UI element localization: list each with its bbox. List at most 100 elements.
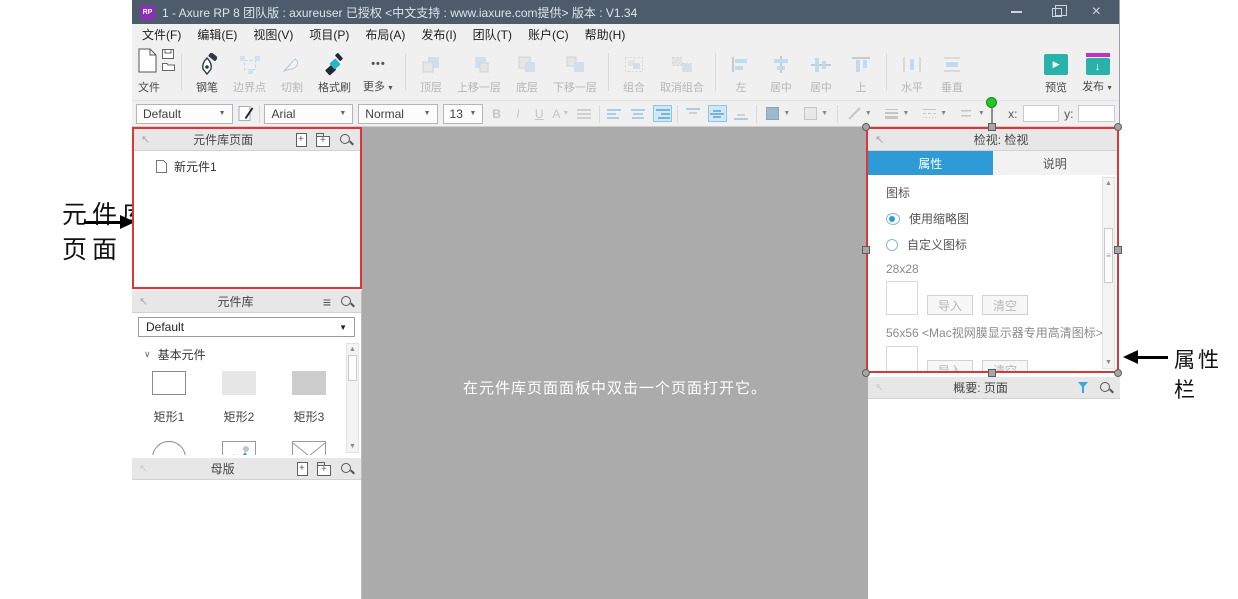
open-folder-icon[interactable] [162,62,175,71]
handle-mid-left[interactable] [862,246,870,254]
more-tools-button[interactable]: ••• 更多▼ [361,44,396,100]
pin-icon[interactable]: ↖ [139,462,148,475]
italic-button[interactable]: I [510,105,526,123]
pin-icon[interactable]: ↖ [875,133,884,146]
group-button[interactable]: 组合 [618,44,650,100]
send-to-back-button[interactable]: 底层 [511,44,543,100]
scroll-up-icon[interactable]: ▲ [1103,178,1114,189]
tab-notes[interactable]: 说明 [993,151,1118,175]
arrow-style-dropdown[interactable]: ▼ [956,105,989,122]
line-color-dropdown[interactable]: ▼ [843,105,876,122]
menu-publish[interactable]: 发布(I) [421,26,456,43]
pin-icon[interactable]: ↖ [875,381,884,394]
line-spacing-button[interactable] [574,105,593,122]
bring-to-front-button[interactable]: 顶层 [415,44,447,100]
import-56-button[interactable]: 导入 [927,360,973,371]
save-icon[interactable] [162,49,175,59]
handle-top-left[interactable] [862,123,870,131]
distribute-horizontal-button[interactable]: 水平 [896,44,928,100]
add-page-icon[interactable] [296,133,307,147]
font-size-select[interactable]: 13 ▼ [443,104,484,124]
menu-project[interactable]: 项目(P) [309,26,349,43]
handle-bottom-left[interactable] [862,369,870,377]
vertical-align-middle-button[interactable] [708,105,727,122]
inspector-scrollbar[interactable]: ▲ ≡ ▼ [1102,177,1115,369]
handle-bottom-mid[interactable] [988,369,996,377]
pin-icon[interactable]: ↖ [139,295,148,308]
publish-button[interactable]: ↓ 发布▼ [1080,44,1115,100]
add-folder-icon[interactable] [317,465,331,476]
text-align-center-button[interactable] [629,105,648,122]
radio-custom-icon[interactable]: 自定义图标 [886,236,1087,253]
format-painter-button[interactable]: 格式刷 [316,44,353,100]
widget-rectangle3[interactable]: 矩形3 [274,371,344,425]
page-tree-item[interactable]: 新元件1 [134,151,360,175]
fill-color-dropdown[interactable]: ▼ [762,105,795,122]
widget-image[interactable] [204,441,274,455]
menu-arrange[interactable]: 布局(A) [365,26,405,43]
basic-widgets-section[interactable]: ∨ 基本元件 [132,340,361,363]
filter-funnel-icon[interactable] [1077,381,1090,394]
bold-button[interactable]: B [488,105,504,123]
minimize-icon[interactable] [1011,11,1022,13]
widgets-scrollbar[interactable]: ▲ ▼ [346,343,359,453]
preview-button[interactable]: ▶ 预览 [1040,44,1072,100]
scroll-down-icon[interactable]: ▼ [347,441,358,452]
canvas-area[interactable]: 在元件库页面面板中双击一个页面打开它。 [362,127,868,599]
handle-top-mid[interactable] [988,123,996,131]
align-center-button[interactable]: 居中 [765,44,797,100]
font-color-button[interactable]: A▼ [552,105,569,123]
font-select[interactable]: Arial ▼ [264,104,353,124]
close-icon[interactable]: × [1092,5,1101,19]
widget-ellipse[interactable] [134,441,204,455]
line-style-dropdown[interactable]: ▼ [919,105,952,122]
boundary-point-button[interactable]: 边界点 [231,44,268,100]
font-weight-select[interactable]: Normal ▼ [358,104,437,124]
line-width-dropdown[interactable]: ▼ [881,105,914,122]
scroll-thumb[interactable] [348,355,357,381]
rotation-handle[interactable] [986,97,997,108]
panel-menu-icon[interactable]: ≡ [323,297,331,307]
menu-account[interactable]: 账户(C) [528,26,569,43]
menu-team[interactable]: 团队(T) [473,26,512,43]
add-master-icon[interactable] [297,462,308,476]
widget-placeholder[interactable] [274,441,344,455]
radio-unselected-icon[interactable] [886,239,898,251]
ungroup-button[interactable]: 取消组合 [658,44,706,100]
handle-top-right[interactable] [1114,123,1122,131]
restore-icon[interactable] [1052,8,1062,17]
slice-button[interactable]: 切割 [276,44,308,100]
import-28-button[interactable]: 导入 [927,295,973,315]
pin-icon[interactable]: ↖ [141,133,150,146]
x-input[interactable] [1023,105,1060,122]
send-backward-button[interactable]: 下移一层 [551,44,599,100]
search-icon[interactable] [340,295,354,309]
widget-rectangle1[interactable]: 矩形1 [134,371,204,425]
handle-bottom-right[interactable] [1114,369,1122,377]
text-align-right-button[interactable] [653,105,672,122]
search-icon[interactable] [340,462,354,476]
align-middle-button[interactable]: 居中 [805,44,837,100]
y-input[interactable] [1078,105,1115,122]
menu-file[interactable]: 文件(F) [142,26,181,43]
bring-forward-button[interactable]: 上移一层 [455,44,503,100]
menu-help[interactable]: 帮助(H) [585,26,626,43]
menu-view[interactable]: 视图(V) [253,26,293,43]
menu-edit[interactable]: 编辑(E) [197,26,237,43]
edit-style-icon[interactable] [238,105,254,123]
pen-tool-button[interactable]: 钢笔 [191,44,223,100]
scroll-down-icon[interactable]: ▼ [1103,357,1114,368]
search-icon[interactable] [1099,381,1113,395]
scroll-thumb[interactable]: ≡ [1104,228,1113,283]
radio-use-thumbnail[interactable]: 使用缩略图 [886,210,1087,227]
clear-28-button[interactable]: 清空 [982,295,1028,315]
underline-button[interactable]: U [531,105,547,123]
style-select[interactable]: Default ▼ [136,104,233,124]
align-top-button[interactable]: 上 [845,44,877,100]
file-button[interactable]: 文件 [134,44,179,100]
handle-mid-right[interactable] [1114,246,1122,254]
radio-selected-icon[interactable] [886,213,900,225]
border-color-dropdown[interactable]: ▼ [800,105,833,122]
align-left-button[interactable]: 左 [725,44,757,100]
tab-properties[interactable]: 属性 [868,151,993,175]
